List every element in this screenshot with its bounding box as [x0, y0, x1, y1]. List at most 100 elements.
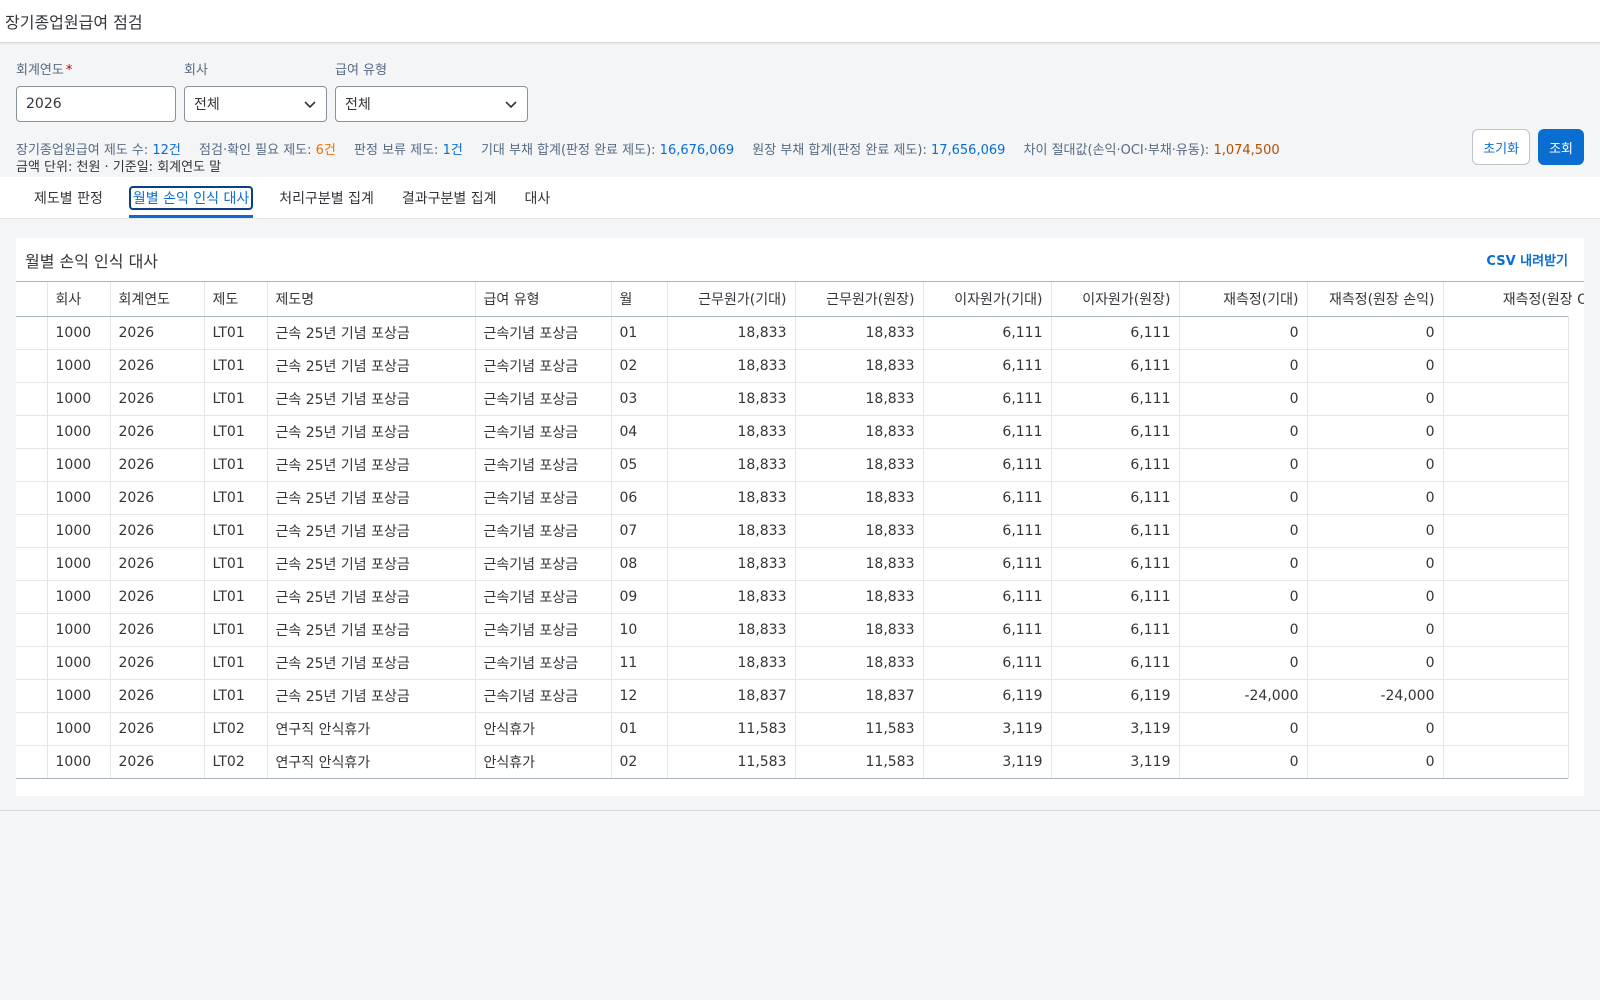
table-cell: 2026: [110, 547, 205, 581]
table-row[interactable]: 1000 2026 LT01 근속 25년 기념 포상금 근속기념 포상금 10 18,83…: [16, 613, 1584, 647]
column-header[interactable]: 회계연도: [110, 282, 205, 317]
table-cell: 2026: [110, 745, 205, 779]
difference-value: 1,074,500: [1213, 143, 1280, 158]
table-cell: 1000: [47, 316, 111, 350]
table-row[interactable]: 1000 2026 LT01 근속 25년 기념 포상금 근속기념 포상금 03 18,83…: [16, 382, 1584, 416]
column-header[interactable]: 재측정(기대): [1179, 282, 1308, 317]
column-header[interactable]: 제도명: [267, 282, 476, 317]
table-cell: 0: [1179, 613, 1308, 647]
table-row[interactable]: 1000 2026 LT01 근속 25년 기념 포상금 근속기념 포상금 12 18,83…: [16, 679, 1584, 713]
table-cell: 근속 25년 기념 포상금: [267, 448, 476, 482]
company-select[interactable]: 전체: [184, 86, 327, 122]
table-cell: 근속기념 포상금: [475, 448, 612, 482]
column-header[interactable]: 이자원가(기대): [923, 282, 1052, 317]
required-marker: *: [65, 63, 73, 78]
table-cell: 0: [1307, 547, 1444, 581]
table-cell: LT01: [204, 580, 268, 614]
column-header[interactable]: [16, 282, 48, 317]
chevron-down-icon: [505, 101, 517, 109]
table-cell: 1000: [47, 646, 111, 680]
csv-download-link[interactable]: CSV 내려받기: [1486, 250, 1568, 269]
table-cell: 18,833: [795, 316, 924, 350]
table-cell: [16, 349, 48, 383]
tab-plan-judgment[interactable]: 제도별 판정: [20, 177, 117, 218]
table-row[interactable]: 1000 2026 LT02 연구직 안식휴가 안식휴가 02 11,583 11,583 3,…: [16, 745, 1584, 779]
table-row[interactable]: 1000 2026 LT01 근속 25년 기념 포상금 근속기념 포상금 08 18,83…: [16, 547, 1584, 581]
table-row[interactable]: 1000 2026 LT01 근속 25년 기념 포상금 근속기념 포상금 06 18,83…: [16, 481, 1584, 515]
table-row[interactable]: 1000 2026 LT01 근속 25년 기념 포상금 근속기념 포상금 05 18,83…: [16, 448, 1584, 482]
table-cell: 0: [1179, 745, 1308, 779]
column-header[interactable]: 재측정(원장 손익): [1307, 282, 1444, 317]
table-cell: 3,119: [923, 745, 1052, 779]
table-cell: 0: [1179, 481, 1308, 515]
table-cell: 02: [611, 745, 668, 779]
tab-by-result[interactable]: 결과구분별 집계: [388, 177, 511, 218]
table-cell: 0: [1179, 646, 1308, 680]
filter-company: 회사 전체: [184, 59, 327, 122]
company-label: 회사: [184, 63, 208, 78]
table-cell: 6,111: [1051, 547, 1180, 581]
tab-monthly-reconciliation[interactable]: 월별 손익 인식 대사: [117, 177, 265, 218]
tab-by-treatment[interactable]: 처리구분별 집계: [265, 177, 388, 218]
table-cell: 6,119: [1051, 679, 1180, 713]
table-cell: [16, 712, 48, 746]
benefit-type-select[interactable]: 전체: [335, 86, 528, 122]
search-button[interactable]: 조회: [1538, 129, 1584, 165]
table-cell: [16, 613, 48, 647]
table-row[interactable]: 1000 2026 LT01 근속 25년 기념 포상금 근속기념 포상금 11 18,83…: [16, 646, 1584, 680]
table-cell: [16, 580, 48, 614]
table-cell: [16, 679, 48, 713]
table-cell: 6,111: [1051, 481, 1180, 515]
reset-button[interactable]: 초기화: [1472, 129, 1531, 165]
table-cell: 18,833: [667, 349, 796, 383]
table-cell: 근속기념 포상금: [475, 580, 612, 614]
table-cell: 근속기념 포상금: [475, 382, 612, 416]
tab-reconciliation[interactable]: 대사: [511, 177, 565, 218]
table-cell: 0: [1307, 712, 1444, 746]
column-header[interactable]: 재측정(원장 OCI): [1443, 282, 1584, 317]
table-cell: 2026: [110, 613, 205, 647]
table-cell: 근속기념 포상금: [475, 349, 612, 383]
column-header[interactable]: 제도: [204, 282, 268, 317]
column-header[interactable]: 월: [611, 282, 668, 317]
reconciliation-table: 회사 회계연도 제도 제도명 급여 유형 월 근무원가(기대) 근무원가(원장) 이자원가(기대…: [16, 282, 1584, 779]
table-row[interactable]: 1000 2026 LT01 근속 25년 기념 포상금 근속기념 포상금 01 18,83…: [16, 316, 1584, 350]
table-cell: 18,833: [667, 514, 796, 548]
table-cell: 1000: [47, 613, 111, 647]
column-header[interactable]: 급여 유형: [475, 282, 612, 317]
table-cell: 1000: [47, 349, 111, 383]
table-cell: 근속 25년 기념 포상금: [267, 679, 476, 713]
table-cell: 18,833: [667, 415, 796, 449]
table-cell: 18,833: [667, 547, 796, 581]
table-cell: 0: [1307, 580, 1444, 614]
table-cell: 1000: [47, 415, 111, 449]
table-cell: 근속 25년 기념 포상금: [267, 415, 476, 449]
column-header[interactable]: 이자원가(원장): [1051, 282, 1180, 317]
column-header[interactable]: 근무원가(기대): [667, 282, 796, 317]
vertical-scrollbar[interactable]: [1568, 316, 1584, 779]
column-header[interactable]: 회사: [47, 282, 111, 317]
table-cell: 안식휴가: [475, 712, 612, 746]
table-row[interactable]: 1000 2026 LT01 근속 25년 기념 포상금 근속기념 포상금 07 18,83…: [16, 514, 1584, 548]
table-row[interactable]: 1000 2026 LT01 근속 25년 기념 포상금 근속기념 포상금 02 18,83…: [16, 349, 1584, 383]
table-cell: 0: [1307, 514, 1444, 548]
table-cell: 18,833: [667, 382, 796, 416]
column-header[interactable]: 근무원가(원장): [795, 282, 924, 317]
table-row[interactable]: 1000 2026 LT01 근속 25년 기념 포상금 근속기념 포상금 09 18,83…: [16, 580, 1584, 614]
table-cell: 근속 25년 기념 포상금: [267, 580, 476, 614]
table-cell: 6,111: [1051, 316, 1180, 350]
table-row[interactable]: 1000 2026 LT02 연구직 안식휴가 안식휴가 01 11,583 11,583 3,…: [16, 712, 1584, 746]
reconciliation-table-container[interactable]: 회사 회계연도 제도 제도명 급여 유형 월 근무원가(기대) 근무원가(원장) 이자원가(기대…: [16, 281, 1584, 779]
table-cell: [16, 745, 48, 779]
table-cell: 6,119: [923, 679, 1052, 713]
table-cell: [1443, 448, 1584, 482]
year-input[interactable]: 2026: [16, 86, 176, 122]
table-row[interactable]: 1000 2026 LT01 근속 25년 기념 포상금 근속기념 포상금 04 18,83…: [16, 415, 1584, 449]
table-cell: 18,833: [667, 316, 796, 350]
table-cell: 3,119: [1051, 745, 1180, 779]
table-cell: 0: [1179, 415, 1308, 449]
table-cell: 근속기념 포상금: [475, 514, 612, 548]
table-cell: 1000: [47, 547, 111, 581]
table-cell: 0: [1179, 514, 1308, 548]
table-cell: 근속 25년 기념 포상금: [267, 646, 476, 680]
